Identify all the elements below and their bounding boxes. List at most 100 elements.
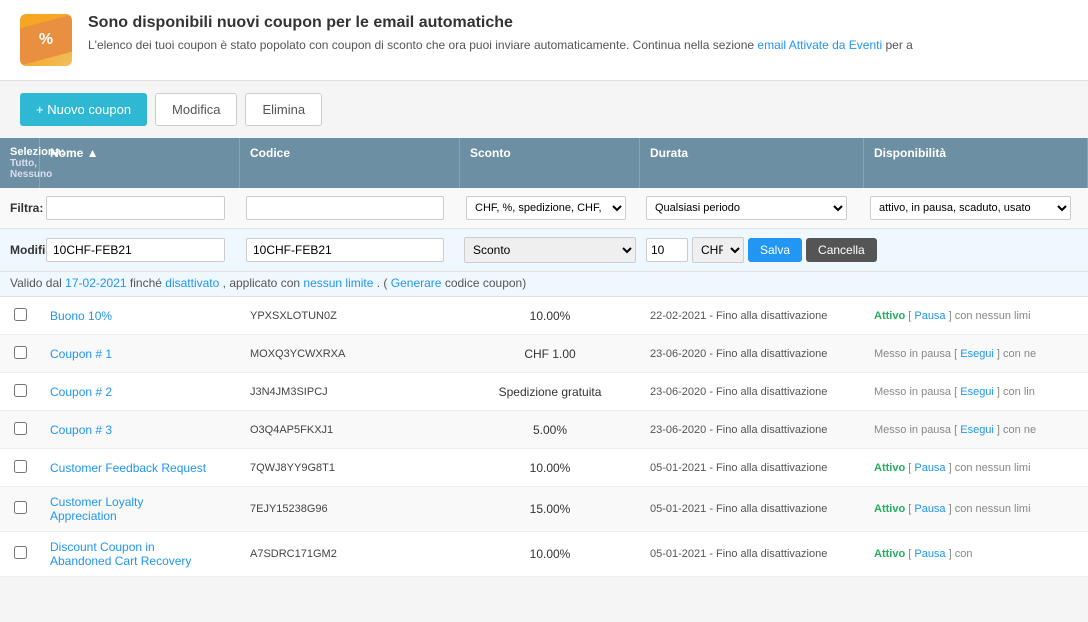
row-checkbox-cell <box>0 300 40 332</box>
coupon-table: Seleziona: Tutto, Nessuno Nome ▲ Codice … <box>0 138 1088 577</box>
row-name-link[interactable]: Customer Feedback Request <box>50 461 206 475</box>
col-header-disponibilita: Disponibilità <box>864 138 1088 188</box>
banner-link[interactable]: email Attivate da Eventi <box>757 38 882 52</box>
edit-sconto-controls: Sconto <box>460 237 640 263</box>
filter-disponibilita-select[interactable]: attivo, in pausa, scaduto, usato <box>870 196 1071 220</box>
row-name: Buono 10% <box>40 301 240 331</box>
row-code: YPXSXLOTUN0Z <box>240 302 460 330</box>
filter-label: Filtra: <box>0 197 40 219</box>
row-name: Coupon # 3 <box>40 415 240 445</box>
banner-description: L'elenco dei tuoi coupon è stato popolat… <box>88 36 913 54</box>
row-code: A7SDRC171GM2 <box>240 540 460 568</box>
row-disponibilita: Messo in pausa [ Esegui ] con lin <box>864 378 1088 406</box>
table-row: Coupon # 1 MOXQ3YCWXRXA CHF 1.00 23-06-2… <box>0 335 1088 373</box>
pausa-link[interactable]: Pausa <box>914 503 945 515</box>
col-header-sconto: Sconto <box>460 138 640 188</box>
row-code: 7EJY15238G96 <box>240 495 460 523</box>
row-disponibilita: Messo in pausa [ Esegui ] con ne <box>864 340 1088 368</box>
row-name-link[interactable]: Buono 10% <box>50 309 112 323</box>
valid-link1[interactable]: disattivato <box>165 276 219 290</box>
row-name: Customer LoyaltyAppreciation <box>40 487 240 531</box>
esegui-link[interactable]: Esegui <box>960 348 994 360</box>
row-disponibilita: Messo in pausa [ Esegui ] con ne <box>864 416 1088 444</box>
row-name-link[interactable]: Customer LoyaltyAppreciation <box>50 495 230 523</box>
row-checkbox-cell <box>0 376 40 408</box>
row-checkbox[interactable] <box>14 546 27 559</box>
elimina-button[interactable]: Elimina <box>245 93 322 126</box>
col-header-nome: Nome ▲ <box>40 138 240 188</box>
row-sconto: 15.00% <box>460 494 640 524</box>
banner-title: Sono disponibili nuovi coupon per le ema… <box>88 14 913 32</box>
edit-amount-input[interactable] <box>646 238 688 262</box>
row-checkbox[interactable] <box>14 308 27 321</box>
edit-name-input[interactable] <box>46 238 225 262</box>
filter-durata-select[interactable]: Qualsiasi periodo <box>646 196 847 220</box>
row-checkbox-cell <box>0 493 40 525</box>
row-checkbox-cell <box>0 414 40 446</box>
esegui-link[interactable]: Esegui <box>960 424 994 436</box>
row-name-link[interactable]: Coupon # 1 <box>50 347 112 361</box>
row-sconto: 10.00% <box>460 301 640 331</box>
row-checkbox-cell <box>0 452 40 484</box>
esegui-link[interactable]: Esegui <box>960 386 994 398</box>
modifica-button[interactable]: Modifica <box>155 93 237 126</box>
pausa-link[interactable]: Pausa <box>914 310 945 322</box>
row-durata: 05-01-2021 - Fino alla disattivazione <box>640 454 864 482</box>
edit-row: Modifica: Sconto CHF Salva Cancella <box>0 229 1088 272</box>
row-name: Coupon # 2 <box>40 377 240 407</box>
filter-row: Filtra: CHF, %, spedizione, CHF, Qualsia… <box>0 188 1088 229</box>
edit-save-button[interactable]: Salva <box>748 238 802 262</box>
row-sconto: CHF 1.00 <box>460 339 640 369</box>
row-durata: 05-01-2021 - Fino alla disattivazione <box>640 540 864 568</box>
table-row: Buono 10% YPXSXLOTUN0Z 10.00% 22-02-2021… <box>0 297 1088 335</box>
col-header-durata: Durata <box>640 138 864 188</box>
row-name-link[interactable]: Discount Coupon inAbandoned Cart Recover… <box>50 540 230 568</box>
filter-code-input[interactable] <box>246 196 444 220</box>
row-name-link[interactable]: Coupon # 2 <box>50 385 112 399</box>
valid-link3[interactable]: Generare <box>391 276 442 290</box>
row-durata: 23-06-2020 - Fino alla disattivazione <box>640 416 864 444</box>
row-checkbox-cell <box>0 338 40 370</box>
row-durata: 23-06-2020 - Fino alla disattivazione <box>640 378 864 406</box>
row-sconto: Spedizione gratuita <box>460 377 640 407</box>
pausa-link[interactable]: Pausa <box>914 548 945 560</box>
valid-text: Valido dal <box>10 276 62 290</box>
valid-link2[interactable]: nessun limite <box>303 276 373 290</box>
row-name-link[interactable]: Coupon # 3 <box>50 423 112 437</box>
row-code: 7QWJ8YY9G8T1 <box>240 454 460 482</box>
row-sconto: 10.00% <box>460 453 640 483</box>
edit-currency-select[interactable]: CHF <box>692 237 744 263</box>
table-row: Coupon # 3 O3Q4AP5FKXJ1 5.00% 23-06-2020… <box>0 411 1088 449</box>
valid-date-link[interactable]: 17-02-2021 <box>65 276 126 290</box>
row-sconto: 10.00% <box>460 539 640 569</box>
edit-cancel-button[interactable]: Cancella <box>806 238 877 262</box>
coupon-icon: % <box>20 14 72 66</box>
row-code: O3Q4AP5FKXJ1 <box>240 416 460 444</box>
edit-sconto-select[interactable]: Sconto <box>464 237 636 263</box>
col-header-codice: Codice <box>240 138 460 188</box>
toolbar: + Nuovo coupon Modifica Elimina <box>0 81 1088 138</box>
filter-name-input[interactable] <box>46 196 225 220</box>
row-disponibilita: Attivo [ Pausa ] con nessun limi <box>864 495 1088 523</box>
edit-code-input[interactable] <box>246 238 444 262</box>
row-disponibilita: Attivo [ Pausa ] con nessun limi <box>864 454 1088 482</box>
pausa-link[interactable]: Pausa <box>914 462 945 474</box>
select-all-header: Seleziona: Tutto, Nessuno <box>0 138 40 188</box>
edit-label: Modifica: <box>0 239 40 261</box>
row-checkbox[interactable] <box>14 422 27 435</box>
banner-text: Sono disponibili nuovi coupon per le ema… <box>88 14 913 54</box>
row-name: Customer Feedback Request <box>40 453 240 483</box>
table-row: Customer LoyaltyAppreciation 7EJY15238G9… <box>0 487 1088 532</box>
table-row: Customer Feedback Request 7QWJ8YY9G8T1 1… <box>0 449 1088 487</box>
row-checkbox[interactable] <box>14 460 27 473</box>
row-name: Coupon # 1 <box>40 339 240 369</box>
row-checkbox[interactable] <box>14 384 27 397</box>
row-durata: 05-01-2021 - Fino alla disattivazione <box>640 495 864 523</box>
row-checkbox[interactable] <box>14 501 27 514</box>
row-disponibilita: Attivo [ Pausa ] con <box>864 540 1088 568</box>
new-coupon-button[interactable]: + Nuovo coupon <box>20 93 147 126</box>
row-checkbox[interactable] <box>14 346 27 359</box>
row-durata: 22-02-2021 - Fino alla disattivazione <box>640 302 864 330</box>
filter-sconto-select[interactable]: CHF, %, spedizione, CHF, <box>466 196 626 220</box>
row-durata: 23-06-2020 - Fino alla disattivazione <box>640 340 864 368</box>
